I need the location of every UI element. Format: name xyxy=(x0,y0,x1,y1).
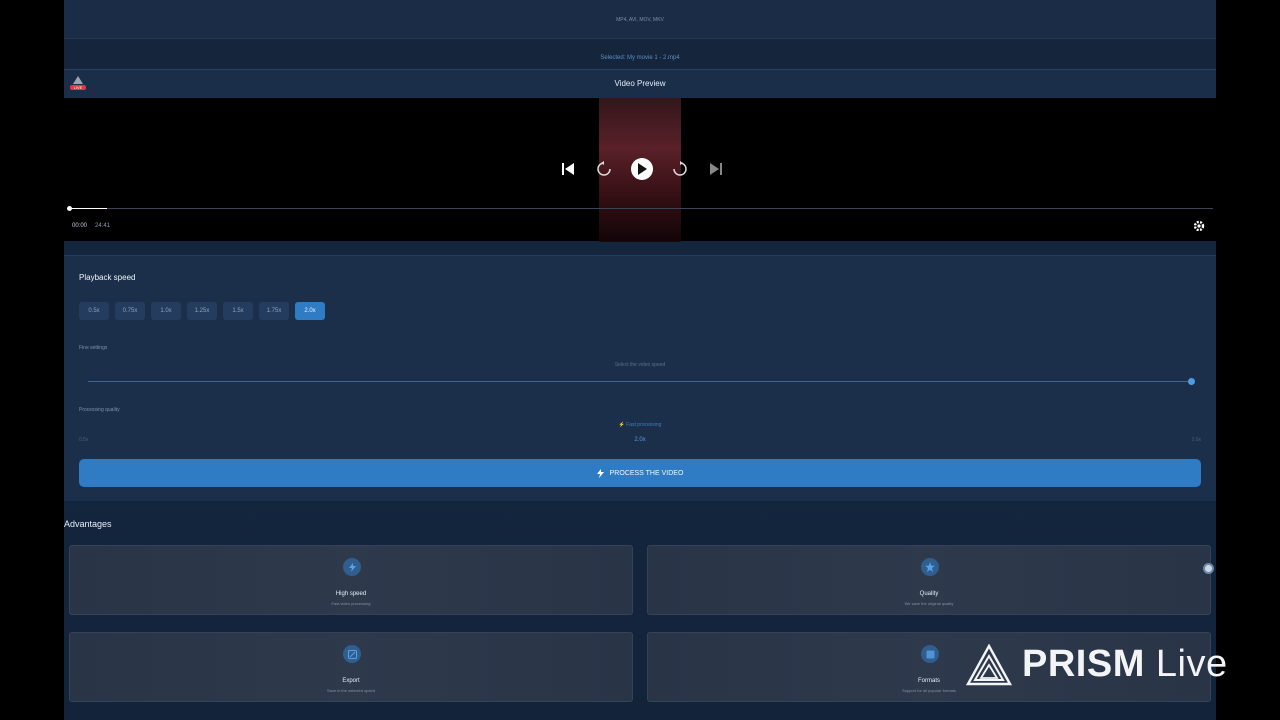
process-video-button[interactable]: PROCESS THE VIDEO xyxy=(79,459,1201,487)
playback-speed-title: Playback speed xyxy=(79,273,136,282)
speed-option[interactable]: 1.0x xyxy=(151,302,181,320)
seek-bar[interactable] xyxy=(67,206,1213,211)
advantages-title: Advantages xyxy=(64,519,112,529)
range-max: 2.0x xyxy=(1191,437,1201,443)
advantage-card-quality: Quality We save the original quality xyxy=(647,545,1211,615)
prism-live-text: PRISM Live xyxy=(1022,643,1228,686)
forward-icon[interactable] xyxy=(671,160,689,178)
current-time: 00:00 xyxy=(72,223,88,229)
speed-option-selected[interactable]: 2.0x xyxy=(295,302,325,320)
lightning-icon xyxy=(343,558,361,576)
star-icon xyxy=(921,558,939,576)
speed-option[interactable]: 1.25x xyxy=(187,302,217,320)
seek-progress xyxy=(67,208,108,209)
quality-note-text: Fast processing xyxy=(626,422,662,428)
brand-light: Live xyxy=(1144,643,1228,685)
speed-slider-handle[interactable] xyxy=(1188,378,1195,385)
formats-icon xyxy=(921,645,939,663)
export-icon xyxy=(343,645,361,663)
rewind-icon[interactable] xyxy=(595,160,613,178)
video-preview-header: LIVE Video Preview xyxy=(64,70,1216,98)
player-controls xyxy=(559,158,725,180)
advantage-card-high-speed: High speed Fast video processing xyxy=(69,545,633,615)
supported-formats-text: MP4, AVI, MOV, MKV xyxy=(616,17,664,23)
seek-handle[interactable] xyxy=(67,206,72,211)
video-preview: LIVE Video Preview 00:00 24:41 xyxy=(64,69,1216,242)
prism-live-watermark: PRISM Live xyxy=(966,643,1228,686)
range-current: 2.0x xyxy=(634,437,646,443)
skip-previous-icon[interactable] xyxy=(559,160,577,178)
advantage-desc: We save the original quality xyxy=(904,601,954,606)
video-preview-title: Video Preview xyxy=(614,79,666,88)
advantage-desc: Save in the selected speed xyxy=(326,688,376,693)
advantage-desc: Support for all popular formats xyxy=(902,688,956,693)
brand-bold: PRISM xyxy=(1022,643,1145,685)
slider-caption: Select the video speed xyxy=(614,362,666,368)
speed-slider[interactable] xyxy=(88,378,1195,385)
video-player[interactable]: 00:00 24:41 xyxy=(64,98,1216,242)
speed-option[interactable]: 0.75x xyxy=(115,302,145,320)
speed-option[interactable]: 1.75x xyxy=(259,302,289,320)
speed-options: 0.5x 0.75x 1.0x 1.25x 1.5x 1.75x 2.0x xyxy=(79,302,325,320)
advantage-desc: Fast video processing xyxy=(331,601,371,606)
speed-option[interactable]: 1.5x xyxy=(223,302,253,320)
playback-speed-panel: Playback speed 0.5x 0.75x 1.0x 1.25x 1.5… xyxy=(64,255,1216,501)
duration: 24:41 xyxy=(95,223,111,229)
lightning-icon xyxy=(596,468,604,478)
advantage-name: Export xyxy=(342,678,360,684)
advantage-card-export: Export Save in the selected speed xyxy=(69,632,633,702)
upload-card[interactable]: MP4, AVI, MOV, MKV xyxy=(64,0,1216,39)
settings-gear-icon[interactable] xyxy=(1192,219,1206,233)
time-display: 00:00 24:41 xyxy=(72,223,110,229)
fine-settings-label: Fine settings xyxy=(79,345,108,351)
touch-cursor xyxy=(1203,563,1214,574)
advantage-name: Quality xyxy=(919,591,939,597)
prism-logo-icon xyxy=(966,643,1012,685)
processing-quality-label: Processing quality xyxy=(79,407,120,413)
advantage-name: High speed xyxy=(335,591,367,597)
selected-file-text: Selected: My movie 1 - 2.mp4 xyxy=(600,55,680,61)
play-icon xyxy=(638,163,647,175)
play-button[interactable] xyxy=(631,158,653,180)
skip-next-icon[interactable] xyxy=(707,160,725,178)
speed-option[interactable]: 0.5x xyxy=(79,302,109,320)
process-video-label: PROCESS THE VIDEO xyxy=(609,469,684,477)
quality-note: ⚡ Fast processing xyxy=(618,422,662,428)
